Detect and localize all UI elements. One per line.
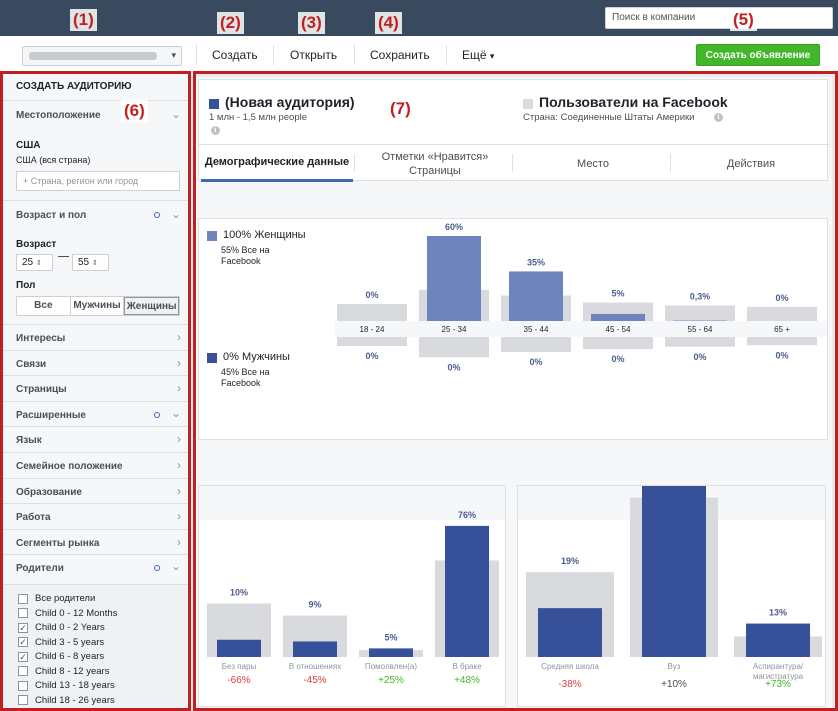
annotation-frame-sidebar (0, 71, 191, 711)
toolbar-divider (446, 45, 447, 65)
annotation-label: (3) (298, 12, 325, 34)
annotation-label: (2) (217, 12, 244, 34)
caret-down-icon: ▾ (489, 51, 495, 61)
toolbar-divider (196, 45, 197, 65)
annotation-label: (5) (730, 9, 757, 31)
toolbar: ▾ Создать Открыть Сохранить Ещё ▾ Создат… (0, 36, 838, 72)
annotation-frame-main (193, 71, 838, 711)
account-name-blurred (29, 52, 157, 60)
more-button[interactable]: Ещё ▾ (462, 48, 494, 62)
create-button[interactable]: Создать (212, 48, 258, 62)
toolbar-divider (273, 45, 274, 65)
annotation-label: (7) (387, 98, 414, 120)
more-label: Ещё (462, 48, 487, 62)
annotation-label: (1) (70, 9, 97, 31)
annotation-label: (4) (375, 12, 402, 34)
annotation-label: (6) (121, 100, 148, 122)
create-ad-button[interactable]: Создать объявление (696, 44, 820, 66)
top-navigation-bar: Поиск в компании (0, 0, 838, 36)
account-selector[interactable]: ▾ (22, 46, 182, 66)
save-button[interactable]: Сохранить (370, 48, 430, 62)
company-search-input[interactable]: Поиск в компании (605, 7, 833, 29)
caret-down-icon: ▾ (171, 50, 176, 60)
toolbar-divider (354, 45, 355, 65)
open-button[interactable]: Открыть (290, 48, 337, 62)
